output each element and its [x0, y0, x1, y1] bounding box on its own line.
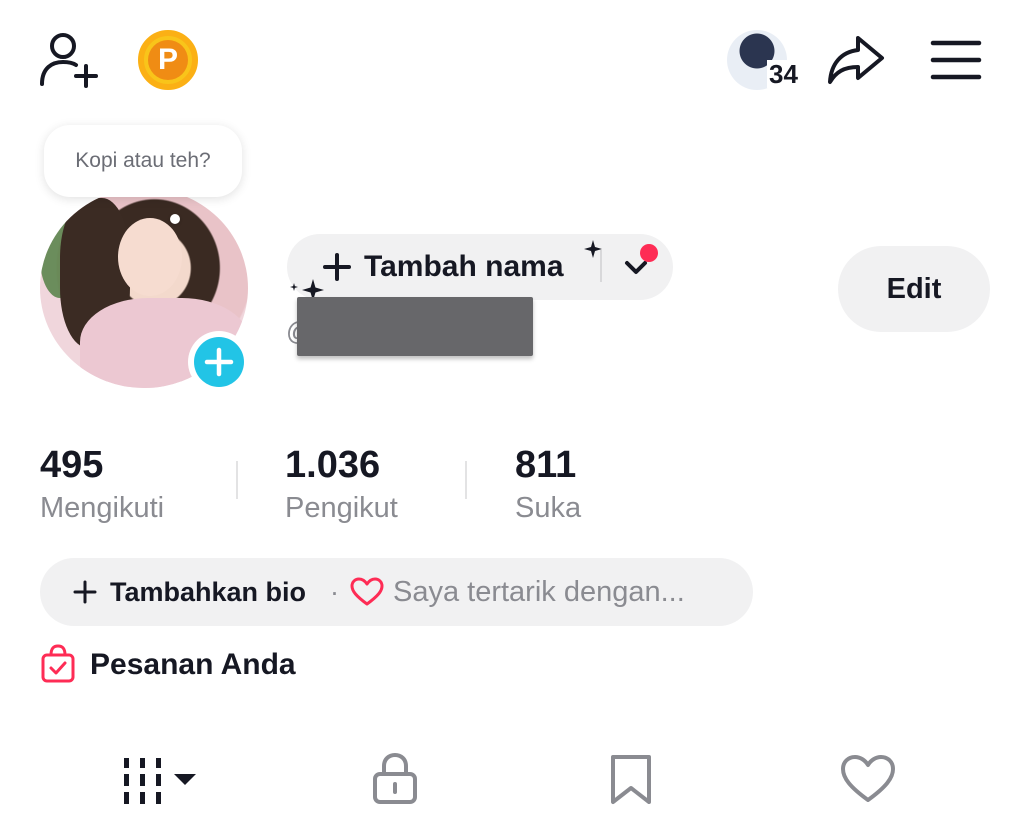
divider [236, 461, 238, 499]
tab-videos-grid-icon[interactable] [122, 756, 202, 806]
tab-private-lock-icon[interactable] [370, 752, 420, 806]
share-icon[interactable] [826, 32, 886, 88]
add-story-button[interactable] [188, 331, 250, 393]
profile-visitors-button[interactable]: 34 [727, 30, 807, 90]
followers-label: Pengikut [285, 492, 398, 524]
plus-icon [194, 337, 244, 387]
likes-label: Suka [515, 492, 582, 524]
add-name-label[interactable]: Tambah nama [364, 248, 564, 286]
avatar-face [118, 218, 182, 296]
shopping-bag-icon[interactable] [40, 644, 76, 684]
divider [465, 461, 467, 499]
plus-icon [72, 579, 98, 605]
edit-profile-button[interactable]: Edit [838, 246, 990, 332]
add-bio-label[interactable]: Tambahkan bio [110, 574, 306, 610]
following-label: Mengikuti [40, 492, 165, 524]
sparkle-icon [584, 240, 602, 258]
add-interests-label[interactable]: Saya tertarik dengan... [393, 574, 685, 610]
tab-liked-heart-icon[interactable] [840, 754, 896, 804]
coin-icon[interactable]: P [138, 30, 198, 90]
tooltip-pointer [170, 214, 180, 224]
tab-saved-bookmark-icon[interactable] [608, 754, 654, 806]
bio-separator: · [330, 577, 339, 607]
status-tooltip[interactable]: Kopi atau teh? [44, 125, 242, 197]
followers-count: 1.036 [285, 444, 381, 486]
notification-dot [640, 244, 658, 262]
add-friend-icon[interactable] [36, 30, 102, 90]
following-count: 495 [40, 444, 104, 486]
plus-icon [320, 250, 354, 284]
visitor-count: 34 [767, 59, 800, 89]
heart-icon [350, 577, 384, 607]
likes-count: 811 [515, 444, 577, 486]
sparkle-icon [290, 283, 298, 291]
coin-letter: P [148, 40, 188, 80]
menu-icon[interactable] [930, 38, 982, 82]
username-redacted [297, 297, 533, 356]
orders-link[interactable]: Pesanan Anda [90, 646, 296, 684]
